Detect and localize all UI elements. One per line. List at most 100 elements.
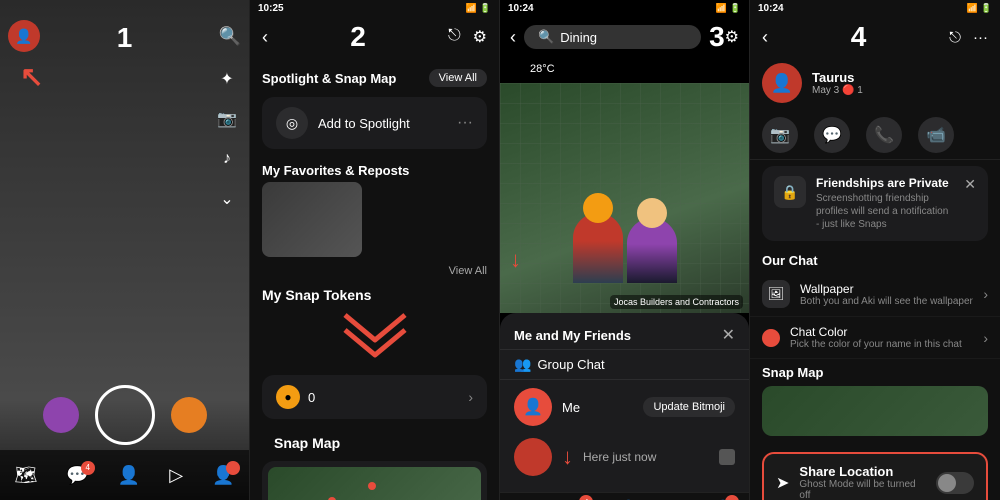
spotlight-card[interactable]: ◎ Add to Spotlight ··· — [262, 97, 487, 149]
panel4-user-name: Taurus — [812, 70, 988, 85]
nav-add-friend-icon[interactable]: 👤 — [118, 465, 140, 486]
favorites-view-all[interactable]: View All — [449, 265, 487, 277]
wallpaper-option[interactable]: 🖼 Wallpaper Both you and Aki will see th… — [750, 272, 1000, 317]
panel-4: 10:24 📶 🔋 ‹ 4 ⎋ ··· 👤 Taurus May 3 🔴 1 📷… — [750, 0, 1000, 500]
friend-avatar-1[interactable] — [43, 397, 79, 433]
share-location-toggle[interactable] — [936, 472, 974, 494]
group-chat-button[interactable]: 👥 Group Chat — [500, 349, 749, 380]
panel4-user-meta: May 3 🔴 1 — [812, 85, 988, 96]
panel2-number: 2 — [350, 21, 366, 53]
chat-color-dot — [762, 329, 780, 347]
view-all-button[interactable]: View All — [429, 69, 487, 87]
chat-color-chevron-icon: › — [983, 330, 988, 346]
call-action[interactable]: 📞 — [866, 117, 902, 153]
video-icon: 📹 — [918, 117, 954, 153]
share-icon[interactable]: ⎋ — [448, 27, 461, 47]
panel3-status-right: 📶 🔋 — [716, 3, 741, 14]
snap-map-thumbnail4 — [762, 386, 988, 436]
phone-icon: 📞 — [866, 117, 902, 153]
p3-stories-badge — [725, 495, 739, 500]
panel3-search-bar[interactable]: 🔍 Dining — [524, 25, 701, 49]
friendship-title: Friendships are Private — [816, 176, 954, 190]
token-count: 0 — [308, 390, 315, 405]
favorites-thumbnail[interactable] — [262, 182, 362, 257]
snap-tokens-section: ● 0 › — [262, 375, 487, 419]
panel3-header: ‹ 🔍 Dining 3 ⚙ — [500, 17, 749, 57]
search-icon[interactable]: 🔍 — [219, 26, 241, 47]
wallpaper-chevron-icon: › — [983, 286, 988, 302]
panel3-gear-icon[interactable]: ⚙ — [725, 27, 739, 47]
panel4-right-icons: ⎋ ··· — [949, 29, 988, 46]
chevron-down-icon[interactable]: ⌄ — [213, 185, 241, 213]
friend-avatar-2[interactable] — [171, 397, 207, 433]
mini-square-icon — [719, 449, 735, 465]
camera-action[interactable]: 📷 — [762, 117, 798, 153]
user-avatar[interactable]: 👤 — [8, 20, 40, 52]
update-bitmoji-button[interactable]: Update Bitmoji — [643, 397, 735, 417]
back-button[interactable]: ‹ — [262, 27, 268, 48]
snap-map-section[interactable]: 📍 Sharing Location with 1 Friend › — [262, 461, 487, 500]
camera-flip-icon[interactable]: 📷 — [213, 105, 241, 133]
chevron-right-icon: › — [468, 389, 473, 405]
panel2-status-right: 📶 🔋 — [466, 3, 491, 14]
group-chat-icon: 👥 — [514, 356, 531, 373]
wallpaper-title: Wallpaper — [800, 282, 973, 296]
share-location-card[interactable]: ➤ Share Location Ghost Mode will be turn… — [762, 452, 988, 500]
arrow-indicator — [20, 60, 43, 93]
filter-icon[interactable]: ✦ — [213, 65, 241, 93]
panel4-share-icon[interactable]: ⎋ — [949, 29, 961, 46]
panel-3: 10:24 📶 🔋 ‹ 🔍 Dining 3 ⚙ 28°C Jocas Buil… — [500, 0, 750, 500]
temperature-badge: 28°C — [520, 61, 565, 77]
friendship-card: 🔒 Friendships are Private Screenshotting… — [762, 166, 988, 241]
video-action[interactable]: 📹 — [918, 117, 954, 153]
more-icon[interactable]: ··· — [457, 114, 473, 132]
me-label: Me — [562, 400, 633, 415]
panel3-bottom-nav: 🗺 💬 4 👤 ▷ 👤 — [500, 492, 749, 500]
friendship-text: Friendships are Private Screenshotting f… — [816, 176, 954, 231]
chat-badge: 4 — [81, 461, 95, 475]
here-now-label: Here just now — [583, 450, 709, 464]
panel1-number: 1 — [117, 22, 133, 54]
nav-map-icon[interactable]: 🗺 — [15, 465, 38, 486]
wallpaper-icon: 🖼 — [762, 280, 790, 308]
nav-chat-icon[interactable]: 💬 4 — [66, 465, 88, 486]
share-location-text: Share Location Ghost Mode will be turned… — [799, 464, 926, 500]
settings-icon[interactable]: ⚙ — [473, 27, 487, 47]
search-icon: 🔍 — [538, 29, 554, 45]
friends-panel: Me and My Friends ✕ 👥 Group Chat 👤 Me Up… — [500, 313, 749, 492]
panel4-more-icon[interactable]: ··· — [973, 29, 988, 46]
panel3-back-button[interactable]: ‹ — [510, 27, 516, 48]
snap-tokens-title: My Snap Tokens — [250, 283, 499, 307]
panel4-back-button[interactable]: ‹ — [762, 27, 768, 48]
panel4-number: 4 — [851, 21, 867, 53]
group-chat-label: Group Chat — [537, 357, 604, 372]
nav-stories-icon[interactable]: 👤 — [212, 465, 234, 486]
bitmoji-1 — [573, 213, 623, 283]
panel-2: 10:25 📶 🔋 ‹ 2 ⎋ ⚙ Spotlight & Snap Map V… — [250, 0, 500, 500]
favorites-title: My Favorites & Reposts — [262, 163, 409, 178]
nav-discover-icon[interactable]: ▷ — [169, 465, 183, 486]
close-friendship-card-button[interactable]: ✕ — [964, 176, 976, 193]
friends-panel-title: Me and My Friends — [514, 328, 631, 343]
shutter-button[interactable] — [95, 385, 155, 445]
close-friends-panel-button[interactable]: ✕ — [722, 325, 735, 345]
friends-title-row: Me and My Friends ✕ — [500, 321, 749, 349]
chat-color-option[interactable]: Chat Color Pick the color of your name i… — [750, 317, 1000, 359]
map-view[interactable]: Jocas Builders and Contractors ↓ — [500, 83, 749, 313]
bitmoji-2 — [627, 218, 677, 283]
chat-action[interactable]: 💬 — [814, 117, 850, 153]
share-location-desc: Ghost Mode will be turned off — [799, 479, 926, 500]
friendship-desc: Screenshotting friendship profiles will … — [816, 192, 954, 231]
panel3-time: 10:24 — [508, 3, 534, 14]
panel4-user-info: 👤 Taurus May 3 🔴 1 — [750, 59, 1000, 111]
music-icon[interactable]: ♪ — [213, 145, 241, 173]
panel4-name-col: Taurus May 3 🔴 1 — [812, 70, 988, 96]
thumb-image — [262, 182, 362, 257]
snap-map-title4: Snap Map — [762, 365, 988, 380]
our-chat-title: Our Chat — [750, 247, 1000, 272]
spotlight-left: ◎ Add to Spotlight — [276, 107, 410, 139]
token-left: ● 0 — [276, 385, 315, 409]
snap-map-thumbnail — [268, 467, 481, 500]
panel2-icons: ⎋ ⚙ — [448, 27, 487, 47]
panel4-action-icons: 📷 💬 📞 📹 — [750, 111, 1000, 160]
